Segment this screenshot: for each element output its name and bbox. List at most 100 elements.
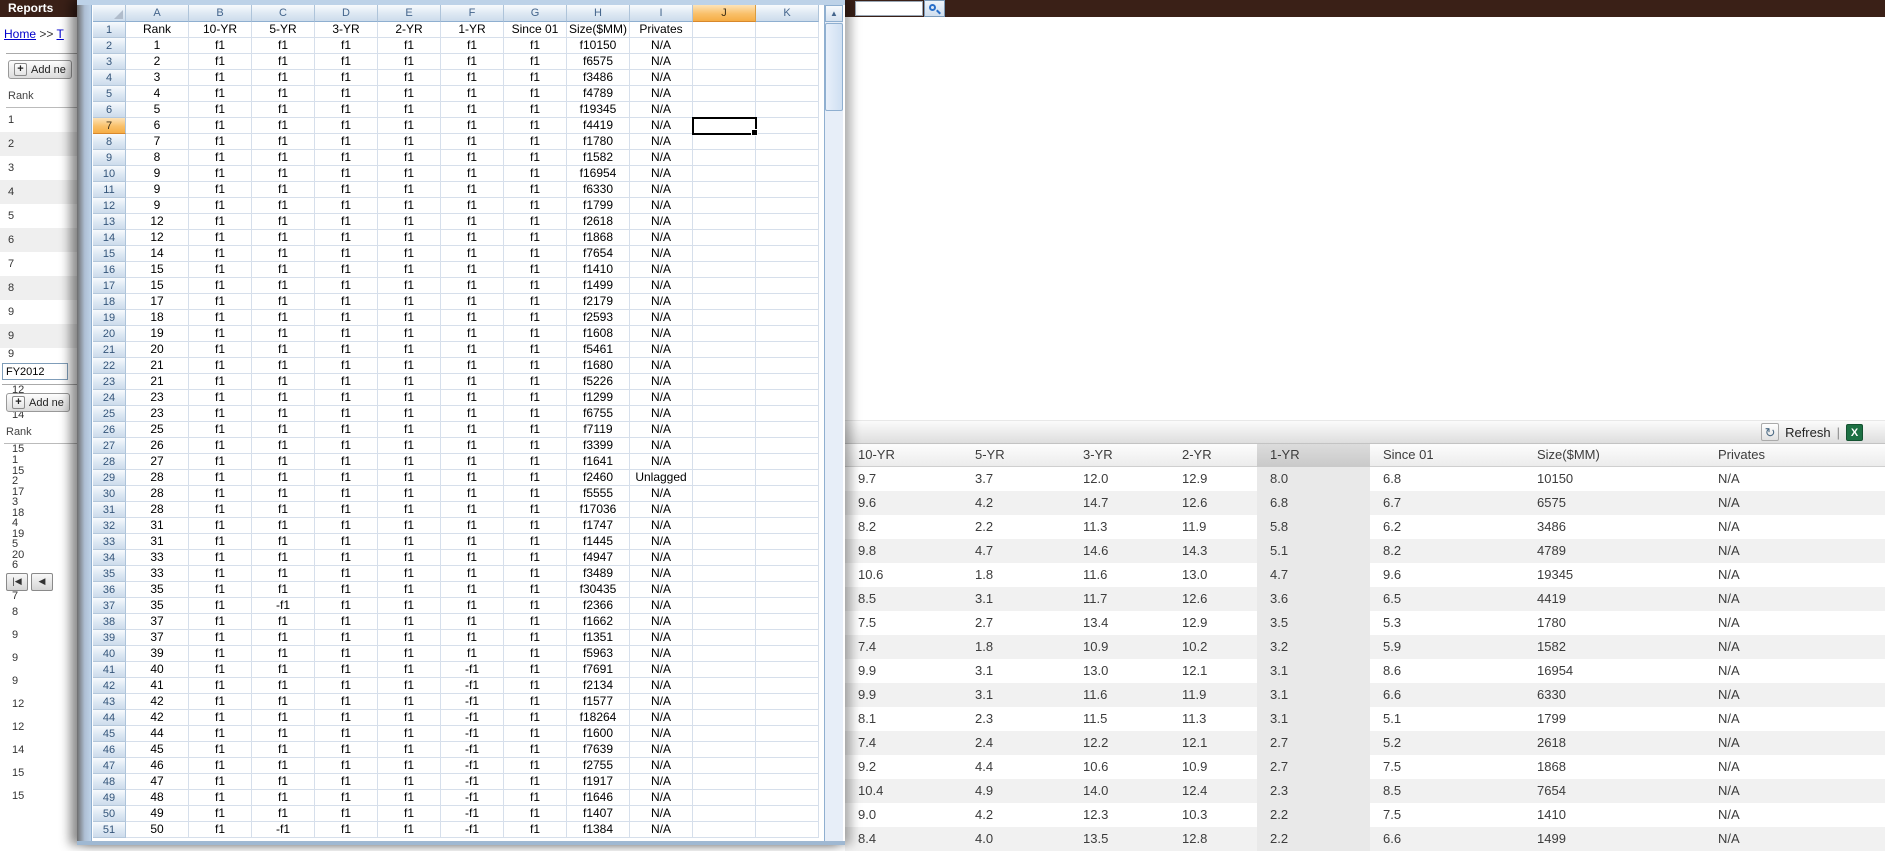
rank-row[interactable]: 8 (0, 276, 77, 300)
spreadsheet-cell[interactable]: -f1 (441, 678, 504, 694)
spreadsheet-cell[interactable]: f1662 (567, 614, 630, 630)
spreadsheet-cell[interactable]: f1 (189, 662, 252, 678)
report-column-header[interactable]: 1-YR (1257, 444, 1370, 467)
spreadsheet-cell[interactable]: 27 (126, 454, 189, 470)
spreadsheet-cell[interactable]: 1 (93, 22, 126, 38)
spreadsheet-cell[interactable]: f3486 (567, 70, 630, 86)
spreadsheet-cell[interactable]: 28 (126, 502, 189, 518)
spreadsheet-cell[interactable]: f1 (378, 694, 441, 710)
spreadsheet-cell[interactable]: f1 (378, 150, 441, 166)
spreadsheet-cell[interactable]: f1 (189, 310, 252, 326)
spreadsheet-cell[interactable]: N/A (630, 790, 693, 806)
spreadsheet-cell[interactable] (693, 662, 756, 678)
spreadsheet-cell[interactable]: f6575 (567, 54, 630, 70)
spreadsheet-cell[interactable]: 37 (126, 614, 189, 630)
spreadsheet-cell[interactable]: 45 (93, 726, 126, 742)
spreadsheet-cell[interactable]: N/A (630, 262, 693, 278)
spreadsheet-cell[interactable]: f1 (315, 710, 378, 726)
spreadsheet-cell[interactable]: f1 (441, 358, 504, 374)
spreadsheet-cell[interactable]: N/A (630, 486, 693, 502)
spreadsheet-cell[interactable]: 2 (126, 54, 189, 70)
spreadsheet-cell[interactable]: 9 (126, 182, 189, 198)
spreadsheet-cell[interactable]: 48 (126, 790, 189, 806)
spreadsheet-cell[interactable]: f1 (189, 694, 252, 710)
spreadsheet-cell[interactable]: 34 (93, 550, 126, 566)
spreadsheet-cell[interactable]: f1 (441, 278, 504, 294)
spreadsheet-cell[interactable]: f1 (378, 134, 441, 150)
spreadsheet-cell[interactable]: f1 (504, 294, 567, 310)
rank-row[interactable]: 9 (2, 624, 77, 647)
spreadsheet-cell[interactable]: f1 (504, 278, 567, 294)
spreadsheet-cell[interactable] (756, 598, 819, 614)
spreadsheet-cell[interactable] (693, 710, 756, 726)
spreadsheet-cell[interactable]: 6 (126, 118, 189, 134)
spreadsheet-cell[interactable]: f1 (189, 614, 252, 630)
spreadsheet-cell[interactable] (756, 438, 819, 454)
spreadsheet-cell[interactable]: f1 (189, 214, 252, 230)
spreadsheet-cell[interactable]: f1 (504, 598, 567, 614)
spreadsheet-cell[interactable]: 1 (126, 38, 189, 54)
spreadsheet-cell[interactable] (756, 470, 819, 486)
spreadsheet-cell[interactable]: 50 (126, 822, 189, 838)
spreadsheet-cell[interactable]: f1 (378, 198, 441, 214)
spreadsheet-cell[interactable]: f1 (378, 342, 441, 358)
spreadsheet-cell[interactable]: N/A (630, 38, 693, 54)
spreadsheet-cell[interactable]: f1 (252, 294, 315, 310)
spreadsheet-cell[interactable]: f1 (252, 630, 315, 646)
spreadsheet-cell[interactable]: f1 (315, 406, 378, 422)
report-column-header[interactable]: 3-YR (1070, 444, 1169, 467)
spreadsheet-cell[interactable] (756, 726, 819, 742)
spreadsheet-cell[interactable]: f1 (315, 470, 378, 486)
spreadsheet-cell[interactable]: N/A (630, 342, 693, 358)
spreadsheet-cell[interactable]: f1 (315, 678, 378, 694)
spreadsheet-cell[interactable]: N/A (630, 678, 693, 694)
spreadsheet-cell[interactable] (756, 822, 819, 838)
spreadsheet-cell[interactable]: f1 (378, 438, 441, 454)
spreadsheet-cell[interactable]: Since 01 (504, 22, 567, 38)
spreadsheet-cell[interactable]: f10150 (567, 38, 630, 54)
spreadsheet-cell[interactable]: f1 (315, 230, 378, 246)
spreadsheet-cell[interactable]: f2593 (567, 310, 630, 326)
spreadsheet-cell[interactable]: N/A (630, 694, 693, 710)
spreadsheet-cell[interactable]: -f1 (252, 598, 315, 614)
spreadsheet-cell[interactable]: f1 (189, 566, 252, 582)
spreadsheet-cell[interactable]: 25 (93, 406, 126, 422)
spreadsheet-cell[interactable] (756, 742, 819, 758)
spreadsheet-cell[interactable]: 3-YR (315, 22, 378, 38)
spreadsheet-cell[interactable]: f1 (441, 246, 504, 262)
spreadsheet-cell[interactable]: f1 (189, 406, 252, 422)
spreadsheet-cell[interactable]: 42 (93, 678, 126, 694)
spreadsheet-cell[interactable]: f1 (252, 486, 315, 502)
spreadsheet-cell[interactable] (693, 230, 756, 246)
spreadsheet-cell[interactable]: f1 (315, 806, 378, 822)
spreadsheet-cell[interactable] (756, 86, 819, 102)
spreadsheet-cell[interactable]: N/A (630, 502, 693, 518)
spreadsheet-cell[interactable]: N/A (630, 70, 693, 86)
spreadsheet-cell[interactable]: f1 (189, 182, 252, 198)
spreadsheet-cell[interactable]: f1 (504, 54, 567, 70)
spreadsheet-cell[interactable] (756, 262, 819, 278)
spreadsheet-cell[interactable]: f1 (189, 246, 252, 262)
spreadsheet-cell[interactable]: -f1 (441, 742, 504, 758)
spreadsheet-cell[interactable]: f1 (252, 678, 315, 694)
spreadsheet-cell[interactable]: f1 (315, 262, 378, 278)
spreadsheet-cell[interactable]: f1 (441, 518, 504, 534)
spreadsheet-cell[interactable]: N/A (630, 774, 693, 790)
spreadsheet-cell[interactable]: f1 (252, 390, 315, 406)
column-header[interactable]: K (756, 5, 819, 22)
spreadsheet-cell[interactable]: -f1 (441, 758, 504, 774)
fiscal-year-input[interactable] (2, 363, 68, 380)
spreadsheet-cell[interactable]: f1 (252, 70, 315, 86)
rank-row[interactable]: 15 (2, 785, 77, 808)
spreadsheet-cell[interactable]: 32 (93, 518, 126, 534)
spreadsheet-cell[interactable] (693, 326, 756, 342)
spreadsheet-cell[interactable]: f1 (252, 662, 315, 678)
spreadsheet-cell[interactable]: f1 (189, 134, 252, 150)
spreadsheet-cell[interactable] (693, 598, 756, 614)
spreadsheet-cell[interactable]: 21 (126, 358, 189, 374)
spreadsheet-cell[interactable]: f1 (252, 502, 315, 518)
rank-row[interactable]: 9 (2, 647, 77, 670)
spreadsheet-cell[interactable]: f18264 (567, 710, 630, 726)
spreadsheet-cell[interactable]: f1 (504, 134, 567, 150)
spreadsheet-cell[interactable]: N/A (630, 566, 693, 582)
